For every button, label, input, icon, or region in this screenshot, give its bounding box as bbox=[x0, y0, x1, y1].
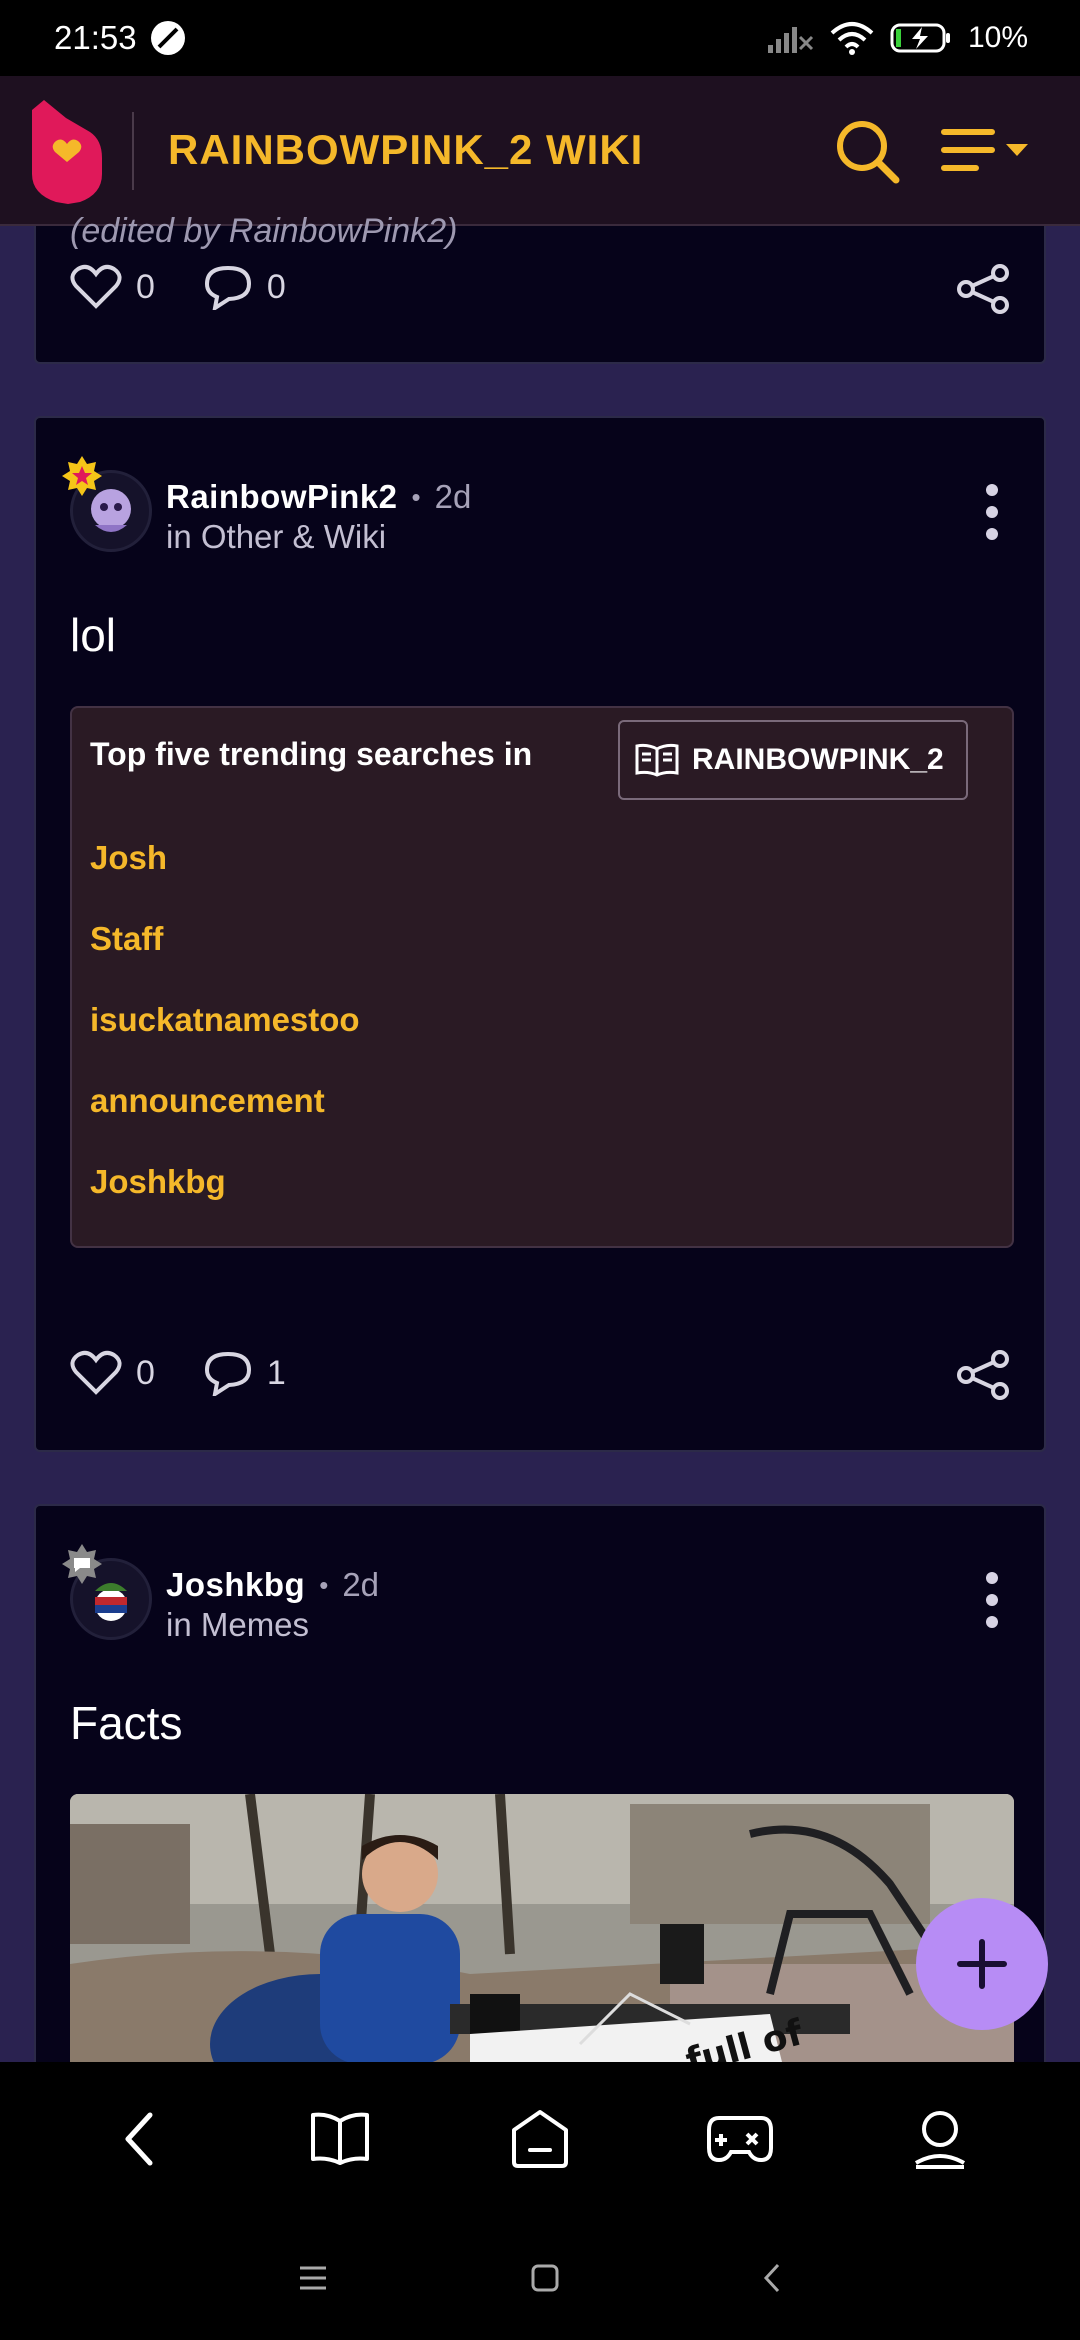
wiki-title[interactable]: RAINBOWPINK_2 WIKI bbox=[168, 126, 643, 174]
post-title[interactable]: Facts bbox=[70, 1696, 182, 1750]
trending-item[interactable]: isuckatnamestoo bbox=[90, 990, 360, 1071]
post-actions: 0 0 bbox=[70, 264, 334, 310]
book-icon bbox=[311, 2112, 369, 2165]
search-icon[interactable] bbox=[832, 116, 902, 186]
home-square-icon[interactable] bbox=[530, 2263, 560, 2293]
system-nav bbox=[0, 2216, 1080, 2340]
status-time: 21:53 bbox=[54, 19, 137, 56]
comment-icon bbox=[204, 265, 251, 310]
chat-badge-icon bbox=[62, 1544, 102, 1584]
home-icon bbox=[512, 2110, 568, 2168]
nav-games-button[interactable] bbox=[700, 2099, 780, 2179]
nav-explore-button[interactable] bbox=[300, 2099, 380, 2179]
plus-icon bbox=[957, 1939, 1007, 1989]
bottom-nav bbox=[0, 2062, 1080, 2216]
separator-dot: • bbox=[411, 481, 421, 512]
recents-icon[interactable] bbox=[296, 2263, 330, 2293]
comment-icon bbox=[204, 1351, 251, 1396]
heart-icon bbox=[70, 1350, 122, 1395]
post-category[interactable]: in Other & Wiki bbox=[166, 518, 471, 556]
trending-item[interactable]: Staff bbox=[90, 909, 360, 990]
like-count: 0 bbox=[136, 1353, 155, 1392]
comment-count: 0 bbox=[266, 267, 286, 306]
like-count: 0 bbox=[136, 267, 155, 306]
back-icon bbox=[125, 2112, 153, 2166]
nav-profile-button[interactable] bbox=[900, 2099, 980, 2179]
post-title[interactable]: lol bbox=[70, 608, 116, 662]
author-name[interactable]: RainbowPink2 bbox=[166, 478, 398, 516]
post-author-row: Joshkbg • 2d in Memes bbox=[62, 1544, 380, 1644]
moon-icon bbox=[150, 21, 185, 55]
post-age: 2d bbox=[434, 478, 472, 515]
trending-heading: Top five trending searches in bbox=[90, 736, 533, 772]
post-author-row: RainbowPink2 • 2d in Other & Wiki bbox=[62, 456, 472, 556]
like-button[interactable]: 0 bbox=[70, 1350, 155, 1396]
comment-button[interactable]: 1 bbox=[203, 1350, 286, 1396]
post-card-previous: (edited by RainbowPink2) 0 0 bbox=[34, 212, 1046, 364]
trending-item[interactable]: announcement bbox=[90, 1071, 360, 1152]
battery-percent: 10% bbox=[967, 21, 1028, 54]
create-post-button[interactable] bbox=[916, 1898, 1048, 2030]
share-icon[interactable] bbox=[956, 264, 1010, 314]
back-triangle-icon[interactable] bbox=[760, 2261, 784, 2295]
trending-item[interactable]: Josh bbox=[90, 828, 360, 909]
battery-icon bbox=[890, 23, 950, 53]
app-header: RAINBOWPINK_2 WIKI bbox=[0, 76, 1080, 226]
author-name[interactable]: Joshkbg bbox=[166, 1566, 305, 1604]
wifi-icon bbox=[830, 22, 874, 55]
book-icon bbox=[635, 743, 679, 777]
more-options-icon[interactable] bbox=[984, 484, 1000, 540]
games-icon bbox=[707, 2116, 773, 2163]
nav-back-button[interactable] bbox=[100, 2099, 180, 2179]
wiki-chip[interactable]: RAINBOWPINK_2 bbox=[618, 720, 968, 800]
post-card[interactable]: RainbowPink2 • 2d in Other & Wiki lol To… bbox=[34, 416, 1046, 1452]
trending-list: Josh Staff isuckatnamestoo announcement … bbox=[90, 828, 360, 1233]
trending-searches-embed: Top five trending searches in RAINBOWPIN… bbox=[70, 706, 1014, 1248]
post-age: 2d bbox=[342, 1566, 380, 1603]
share-icon[interactable] bbox=[956, 1350, 1010, 1400]
trending-item[interactable]: Joshkbg bbox=[90, 1152, 360, 1233]
signal-icon bbox=[767, 27, 814, 53]
menu-icon[interactable] bbox=[940, 126, 1032, 176]
post-image[interactable]: full of bbox=[70, 1794, 1014, 2094]
comment-button[interactable]: 0 bbox=[203, 264, 286, 310]
profile-icon bbox=[914, 2111, 966, 2169]
post-card[interactable]: Joshkbg • 2d in Memes Facts full of bbox=[34, 1504, 1046, 2094]
separator-dot: • bbox=[319, 1569, 329, 1600]
post-category[interactable]: in Memes bbox=[166, 1606, 379, 1644]
edited-note: (edited by RainbowPink2) bbox=[70, 212, 458, 250]
nav-home-button[interactable] bbox=[500, 2099, 580, 2179]
status-bar: 21:53 10% bbox=[0, 0, 1080, 76]
star-badge-icon bbox=[62, 456, 102, 496]
post-actions: 0 1 bbox=[70, 1350, 334, 1396]
fandom-logo-icon[interactable] bbox=[30, 96, 104, 204]
comment-count: 1 bbox=[266, 1353, 286, 1392]
more-options-icon[interactable] bbox=[984, 1572, 1000, 1628]
heart-icon bbox=[70, 264, 122, 309]
header-divider bbox=[132, 112, 134, 190]
wiki-chip-label: RAINBOWPINK_2 bbox=[692, 743, 944, 776]
like-button[interactable]: 0 bbox=[70, 264, 155, 310]
